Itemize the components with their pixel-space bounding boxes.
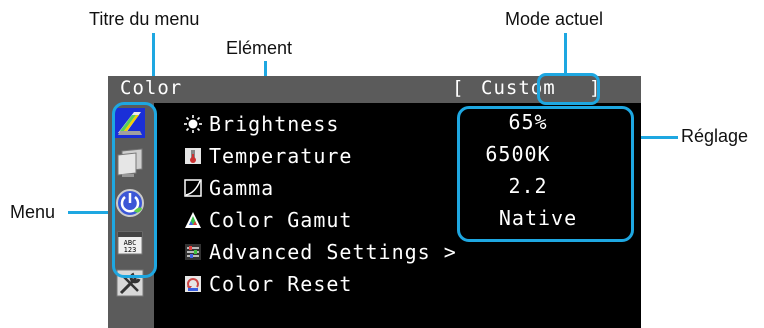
annotation-menu-title: Titre du menu <box>89 9 200 29</box>
annotation-current-mode: Mode actuel <box>505 9 604 29</box>
color-gamut-icon <box>185 212 201 228</box>
highlight-menu-icons <box>112 102 157 278</box>
item-label: Gamma <box>209 176 275 200</box>
item-brightness[interactable]: Brightness <box>183 109 339 139</box>
color-reset-icon <box>185 276 201 292</box>
leader-menu-title <box>152 33 155 77</box>
item-color-reset[interactable]: Color Reset <box>183 269 352 299</box>
advanced-settings-icon <box>185 244 201 260</box>
item-label: Color Gamut <box>209 208 353 232</box>
annotation-element: Elément <box>226 38 293 58</box>
leader-menu <box>68 211 113 214</box>
item-label: Color Reset <box>209 272 353 296</box>
item-label: Temperature <box>209 144 353 168</box>
highlight-current-mode <box>537 73 600 105</box>
item-advanced-settings[interactable]: Advanced Settings > <box>183 237 457 267</box>
item-temperature[interactable]: Temperature <box>183 141 352 171</box>
item-label: Brightness <box>209 112 340 136</box>
item-color-gamut[interactable]: Color Gamut <box>183 205 352 235</box>
mode-bracket-open: [ <box>452 77 464 99</box>
temperature-icon <box>185 148 201 164</box>
item-gamma[interactable]: Gamma <box>183 173 274 203</box>
item-label: Advanced Settings > <box>209 240 457 264</box>
menu-title: Color <box>120 77 183 99</box>
gamma-icon <box>184 179 202 197</box>
brightness-icon <box>184 115 202 133</box>
highlight-settings <box>457 106 634 242</box>
leader-current-mode <box>564 33 567 77</box>
annotation-menu: Menu <box>10 202 56 222</box>
annotation-setting: Réglage <box>681 126 749 146</box>
